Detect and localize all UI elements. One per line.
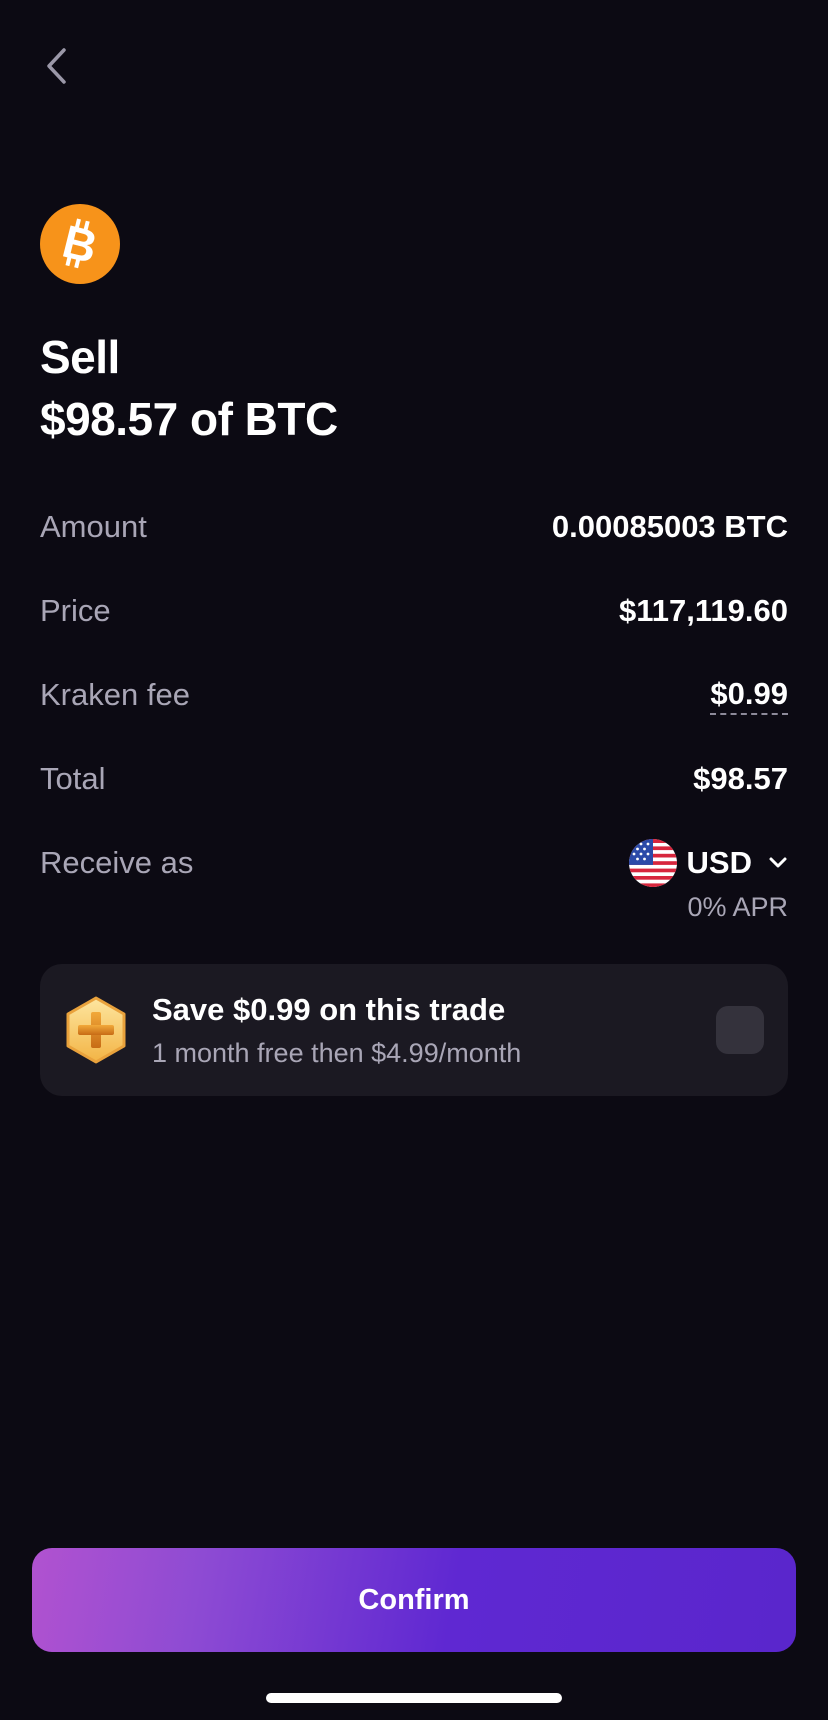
- sell-confirmation-screen: B Sell $98.57 of BTC Amount 0.00085003 B…: [0, 0, 828, 1720]
- apr-text: 0% APR: [687, 892, 788, 922]
- back-button[interactable]: [36, 40, 76, 92]
- detail-row-total: Total $98.57: [40, 755, 788, 803]
- promo-subtitle: 1 month free then $4.99/month: [152, 1038, 522, 1068]
- bitcoin-icon: B: [40, 204, 120, 284]
- detail-row-receive: Receive as USD: [40, 839, 788, 887]
- kraken-plus-badge-icon: [64, 996, 128, 1064]
- promo-checkbox[interactable]: [716, 1006, 764, 1054]
- title-action: Sell: [40, 331, 120, 383]
- page-title: Sell $98.57 of BTC: [40, 326, 338, 450]
- home-indicator: [266, 1693, 562, 1703]
- us-flag-icon: [628, 839, 677, 887]
- currency-selector[interactable]: USD: [628, 839, 788, 887]
- total-label: Total: [40, 761, 106, 796]
- kraken-plus-promo-card[interactable]: Save $0.99 on this trade 1 month free th…: [40, 964, 788, 1096]
- fee-value-link[interactable]: $0.99: [710, 676, 788, 715]
- svg-text:B: B: [58, 215, 103, 273]
- chevron-down-icon: [769, 857, 787, 868]
- total-value: $98.57: [693, 761, 788, 796]
- detail-row-fee: Kraken fee $0.99: [40, 671, 788, 719]
- price-value: $117,119.60: [619, 593, 788, 628]
- detail-row-amount: Amount 0.00085003 BTC: [40, 503, 788, 551]
- detail-row-price: Price $117,119.60: [40, 587, 788, 635]
- confirm-button[interactable]: Confirm: [32, 1548, 796, 1652]
- chevron-left-icon: [47, 48, 66, 84]
- price-label: Price: [40, 593, 111, 628]
- amount-value: 0.00085003 BTC: [551, 509, 788, 544]
- receive-label: Receive as: [40, 845, 194, 880]
- fee-label: Kraken fee: [40, 677, 190, 712]
- currency-label: USD: [686, 845, 752, 880]
- title-amount: $98.57 of BTC: [40, 393, 338, 445]
- amount-label: Amount: [40, 509, 147, 544]
- promo-title: Save $0.99 on this trade: [152, 992, 506, 1027]
